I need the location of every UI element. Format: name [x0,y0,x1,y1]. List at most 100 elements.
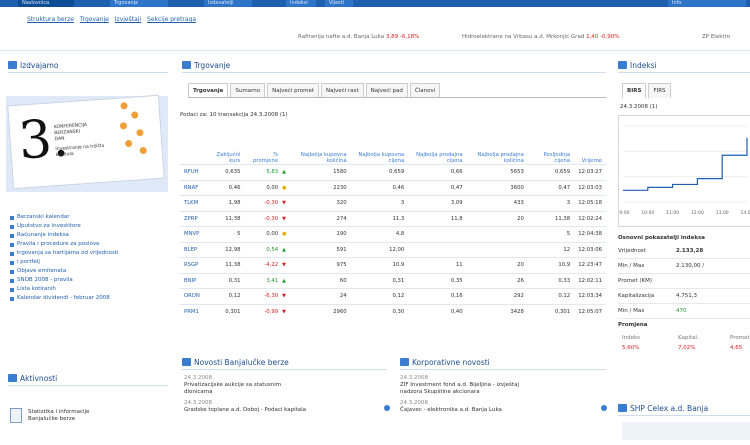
tab-members[interactable]: Članovi [409,83,441,98]
stat-label: Min / Max [618,308,645,314]
ticker-text: Hidroelektrane na Vrbasu a.d. Mrkonjić G… [462,34,585,40]
nav-tab-trading[interactable]: Trgovanje [110,0,168,7]
time-cell: 12:04:38 [574,226,606,242]
col-header[interactable]: Zaključni kurs [204,128,245,165]
table-row[interactable]: ZPRP 11,38 -0,30 ▼ 274 11,3 11,8 20 11,38 12:02:2… [180,210,606,227]
stat-label: Promet (KM) [618,278,653,284]
symbol-cell[interactable]: BNIP [180,272,204,289]
panel-icon [8,61,17,69]
table-header-row: Zaključni kurs % promjene Najbolja kupov… [180,128,606,165]
trading-panel-title-text: Trgovanje [194,61,231,70]
symbol-cell[interactable]: ORDN [180,288,204,304]
news-headline[interactable]: dionicama [184,389,306,396]
left-link[interactable]: Pravila i procedure za poslove [10,240,177,249]
left-link-continuation[interactable]: trgovanja sa hartijama od vrijednosti [10,249,177,258]
table-row[interactable]: BLEP 12,98 0,54 ▲ 591 12,00 12 12:03:06 [180,241,606,258]
symbol-cell[interactable]: BLEP [180,241,204,258]
sub-navigation: Struktura berze Trgovanje Izvještaji Sek… [27,16,200,23]
conference-banner[interactable]: 3. KONFERENCIJA BERZANSKI DAN Investiran… [6,94,168,192]
scroll-dot-icon[interactable] [384,405,390,411]
ticker-value: 1,40 [586,34,599,40]
x-tick-label: 10:00 [641,210,654,216]
ask-qty-cell [466,241,528,258]
subnav-link-trading[interactable]: Trgovanje [80,16,109,23]
nav-tab-home[interactable]: Naslovnica [18,0,74,7]
symbol-cell[interactable]: MNVP [180,226,204,242]
left-link[interactable]: Lista kotiranih [10,285,177,294]
last-price-cell: 11,38 [527,210,575,227]
nav-tab-issuers[interactable]: Izdavatelji [204,0,252,7]
left-link[interactable]: SNOB 2008 - pravila [10,276,177,285]
col-header[interactable]: Najbolja prodajna cijena [408,128,466,165]
nav-tab-info[interactable]: Info [668,0,746,7]
activity-line: Statistika i informacije [28,409,90,415]
tab-birs[interactable]: BIRS [622,83,647,98]
symbol-cell[interactable]: PRM1 [180,303,204,319]
col-header[interactable]: Najbolja kupovna cijena [351,128,409,165]
table-row[interactable]: PRM1 0,301 -0,99 ▼ 2960 0,30 0,40 3428 0,301 12:0… [180,303,606,319]
table-row[interactable]: MNVP 5 0,00 ● 190 4,8 5 12:04:38 [180,226,606,242]
left-link-continuation[interactable]: i portfelj [10,258,177,267]
left-link[interactable]: Objave emitenata [10,267,177,276]
subnav-link-sections[interactable]: Sekcije pretraga [147,16,196,23]
last-price-cell: 0,33 [527,272,575,289]
news-headline[interactable]: ZIF Investment fond a.d. Bijeljina - izv… [400,382,519,389]
news-headline[interactable]: nadzora Skupštine akcionara [400,389,519,396]
symbol-cell[interactable]: RFUH [180,164,204,180]
tab-firs[interactable]: FIRS [648,83,671,98]
subnav-link-structure[interactable]: Struktura berze [27,16,74,23]
arrow-down-icon: ▼ [282,200,286,207]
symbol-cell[interactable]: TLKM [180,195,204,211]
tab-top-volume[interactable]: Najveći promet [267,83,319,98]
col-header[interactable]: Posljednja cijena [528,128,574,165]
tab-top-losers[interactable]: Najveći pad [365,83,408,98]
col-header[interactable]: % promjene [244,128,282,165]
change-cell: -4,22 [244,257,283,273]
stat-value: 2.130,00 / [676,263,705,269]
nav-tab-news[interactable]: Vijesti [325,0,353,7]
tab-top-gainers[interactable]: Najveći rast [321,83,364,98]
col-header[interactable]: Najbolja prodajna količina [467,128,528,165]
symbol-cell[interactable]: RNAF [180,179,204,196]
table-row[interactable]: RNAF 0,46 0,00 ● 2230 0,46 0,47 3600 0,47 12:03:0… [180,179,606,196]
news-headline[interactable]: Privatizacijske aukcije sa statusnim [184,382,306,389]
activity-link[interactable]: Statistika i informacije Banjalučke berz… [28,409,89,423]
table-row[interactable]: TLKM 1,98 -0,30 ▼ 320 3 3,09 433 3 12:05:18 [180,195,606,211]
tab-underline [188,97,606,98]
arrow-down-icon: ▼ [282,293,286,300]
quotes-table: Zaključni kurs % promjene Najbolja kupov… [180,128,606,319]
table-row[interactable]: RSGP 11,38 -4,22 ▼ 975 10,9 11 20 10,9 12:23:47 [180,257,606,273]
ticker-item[interactable]: Rafinerija nafte a.d. Banja Luka 3,89 -6… [298,34,419,40]
banner-dot-decoration [139,146,147,155]
table-row[interactable]: ORDN 0,12 -6,30 ▼ 24 0,12 0,16 292 0,12 12:03:34 [180,288,606,304]
exchange-news-title: Novosti Banjalučke berze [182,357,387,370]
ticker-item[interactable]: Hidroelektrane na Vrbasu a.d. Mrkonjić G… [462,34,620,40]
symbol-cell[interactable]: RSGP [180,257,204,273]
ticker-item[interactable]: ZP Elektro [702,34,730,40]
left-link[interactable]: Berzanski kalendar [10,213,177,222]
banner-line: Investiranje na tržištu kapitala [55,143,105,159]
change-value: 4,65 [730,345,743,351]
table-row[interactable]: RFUH 0,635 5,83 ▲ 1580 0,659 0,66 5653 0,659 12:0… [180,164,606,180]
table-row[interactable]: BNIP 0,31 3,41 ▲ 60 0,31 0,35 26 0,33 12:02:11 [180,272,606,289]
bid-price-cell: 0,12 [350,288,409,304]
change-cell: 0,54 [244,241,283,258]
subnav-link-reports[interactable]: Izvještaji [115,16,141,23]
bid-qty-cell: 320 [290,195,351,211]
time-cell: 12:05:07 [574,303,606,319]
tab-trading[interactable]: Trgovanje [188,83,229,98]
scroll-dot-icon[interactable] [601,405,607,411]
time-cell: 12:05:18 [574,195,606,211]
activity-panel-title-text: Aktivnosti [20,374,58,383]
left-link[interactable]: Uputstvo za investitore [10,222,177,231]
col-header[interactable]: Vrijeme [574,128,606,165]
arrow-down-icon: ▼ [282,308,286,315]
news-headline[interactable]: Gradske toplane a.d. Doboj - Podaci kapi… [184,407,306,414]
left-link[interactable]: Kalendar dividendi - februar 2008 [10,294,177,303]
tab-summary[interactable]: Sumarno [230,83,266,98]
left-link[interactable]: Računanje indeksa [10,231,177,240]
nav-tab-indices[interactable]: Indeksi [286,0,316,7]
col-header[interactable]: Najbolja kupovna količina [290,128,351,165]
symbol-cell[interactable]: ZPRP [180,210,204,227]
news-headline[interactable]: Čajavec - elektronika a.d. Banja Luka [400,407,519,414]
